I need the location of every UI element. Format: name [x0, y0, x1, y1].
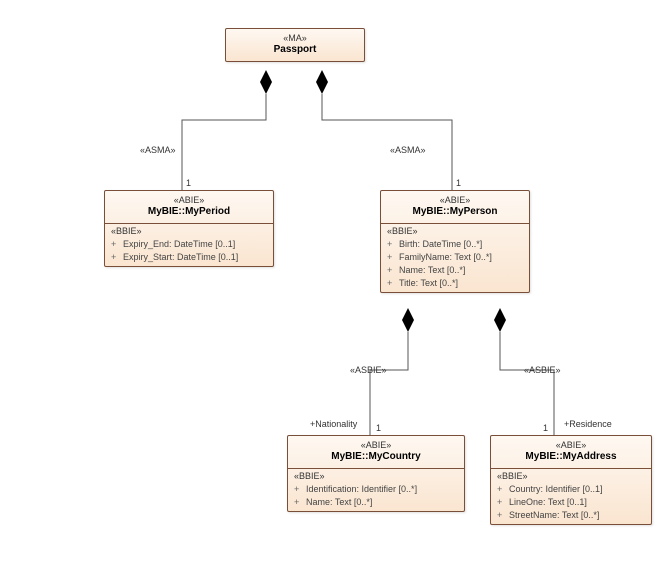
compartment-stereo: «BBIE» [381, 226, 529, 238]
diagram-canvas: «ASMA» «ASMA» 1 1 «ASBIE» «ASBIE» +Natio… [0, 0, 668, 565]
class-myperson: «ABIE» MyBIE::MyPerson «BBIE» +Birth: Da… [380, 190, 530, 293]
role-nationality: +Nationality [310, 419, 357, 429]
class-title: MyBIE::MyPeriod [111, 206, 267, 217]
class-myperiod: «ABIE» MyBIE::MyPeriod «BBIE» +Expiry_En… [104, 190, 274, 267]
class-stereo: «ABIE» [387, 195, 523, 205]
class-title: MyBIE::MyCountry [294, 451, 458, 462]
mult-mycountry: 1 [376, 423, 381, 433]
attr-row: +StreetName: Text [0..*] [491, 509, 651, 522]
attr-row: +Name: Text [0..*] [381, 264, 529, 277]
attr-row: +FamilyName: Text [0..*] [381, 251, 529, 264]
stereo-asbie-right: «ASBIE» [524, 365, 561, 375]
class-title: MyBIE::MyPerson [387, 206, 523, 217]
class-stereo: «ABIE» [497, 440, 645, 450]
mult-myaddress: 1 [543, 423, 548, 433]
attr-row: +Title: Text [0..*] [381, 277, 529, 290]
mult-myperiod: 1 [186, 178, 191, 188]
attr-row: +Identification: Identifier [0..*] [288, 483, 464, 496]
role-residence: +Residence [564, 419, 612, 429]
attr-row: +Expiry_End: DateTime [0..1] [105, 238, 273, 251]
stereo-asbie-left: «ASBIE» [350, 365, 387, 375]
compartment-stereo: «BBIE» [288, 471, 464, 483]
attr-row: +LineOne: Text [0..1] [491, 496, 651, 509]
attr-row: +Expiry_Start: DateTime [0..1] [105, 251, 273, 264]
class-stereo: «ABIE» [294, 440, 458, 450]
mult-myperson: 1 [456, 178, 461, 188]
stereo-asma-left: «ASMA» [140, 145, 176, 155]
class-mycountry: «ABIE» MyBIE::MyCountry «BBIE» +Identifi… [287, 435, 465, 512]
class-myaddress: «ABIE» MyBIE::MyAddress «BBIE» +Country:… [490, 435, 652, 525]
compartment-stereo: «BBIE» [105, 226, 273, 238]
class-stereo: «MA» [232, 33, 358, 43]
attr-row: +Name: Text [0..*] [288, 496, 464, 509]
attr-row: +Birth: DateTime [0..*] [381, 238, 529, 251]
class-stereo: «ABIE» [111, 195, 267, 205]
stereo-asma-right: «ASMA» [390, 145, 426, 155]
attr-row: +Country: Identifier [0..1] [491, 483, 651, 496]
compartment-stereo: «BBIE» [491, 471, 651, 483]
class-title: Passport [232, 44, 358, 55]
class-title: MyBIE::MyAddress [497, 451, 645, 462]
class-passport: «MA» Passport [225, 28, 365, 62]
